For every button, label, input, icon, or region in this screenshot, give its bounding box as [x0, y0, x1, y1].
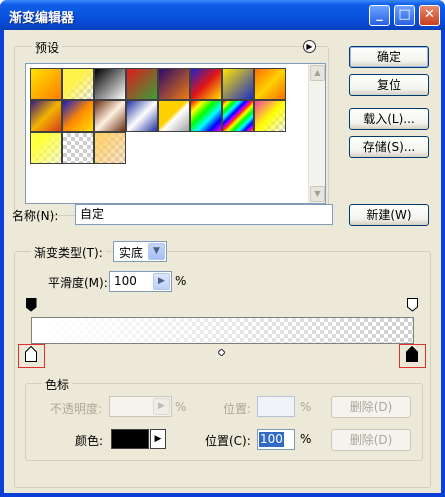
midpoint-diamond-icon[interactable]	[217, 345, 226, 357]
window-title: 渐变编辑器	[9, 11, 75, 26]
delete-color-stop-button[interactable]: 删除(D)	[331, 429, 411, 451]
preset-swatch[interactable]	[30, 68, 62, 100]
name-field[interactable]: 自定	[75, 204, 333, 225]
preset-swatch[interactable]	[30, 132, 62, 164]
preset-swatch[interactable]	[222, 68, 254, 100]
preset-swatch[interactable]	[30, 100, 62, 132]
reset-button[interactable]: 复位	[349, 74, 429, 96]
maximize-button[interactable]: □	[394, 5, 415, 26]
new-button[interactable]: 新建(W)	[349, 204, 429, 226]
opacity-stop-right[interactable]	[407, 298, 418, 312]
preset-swatch[interactable]	[94, 68, 126, 100]
color-location-unit: %	[300, 432, 312, 446]
minimize-button[interactable]: _	[369, 5, 390, 26]
close-button[interactable]: ✕	[419, 5, 440, 26]
smoothness-label: 平滑度(M):	[48, 276, 108, 290]
preset-swatch[interactable]	[126, 68, 158, 100]
preset-swatch[interactable]	[254, 100, 286, 132]
preset-swatch[interactable]	[190, 100, 222, 132]
preset-swatch[interactable]	[62, 100, 94, 132]
arrow-right-icon[interactable]: ▶	[153, 273, 170, 290]
name-label: 名称(N):	[12, 209, 59, 223]
scroll-up-button[interactable]: ▲	[310, 65, 325, 81]
scroll-down-button[interactable]: ▼	[310, 186, 325, 202]
color-menu-arrow-icon[interactable]: ▶	[150, 429, 166, 449]
maximize-icon: □	[398, 7, 411, 22]
color-location-value: 100	[259, 432, 284, 447]
dialog-body: 预设 ▶ ▲ ▼ 确定 复位 载入(L)... 存储(S)... 名称(N): …	[4, 30, 441, 493]
preset-swatch[interactable]	[94, 100, 126, 132]
save-button[interactable]: 存储(S)...	[349, 136, 429, 158]
presets-scrollbar[interactable]: ▲ ▼	[308, 64, 325, 203]
preset-swatch[interactable]	[94, 132, 126, 164]
preset-swatch[interactable]	[254, 68, 286, 100]
arrow-right-icon[interactable]: ▶	[153, 398, 170, 415]
smoothness-value: 100	[114, 274, 137, 288]
opacity-field[interactable]: ▶	[109, 396, 172, 417]
gradient-type-select[interactable]: 实底 ▼	[113, 241, 167, 262]
opacity-unit: %	[175, 400, 187, 414]
preset-swatch[interactable]	[222, 100, 254, 132]
opacity-location-unit: %	[300, 400, 312, 414]
delete-opacity-stop-button[interactable]: 删除(D)	[331, 396, 411, 418]
circle-arrow-right-icon[interactable]: ▶	[303, 40, 316, 53]
color-swatch[interactable]	[111, 429, 149, 449]
opacity-location-label: 位置:	[223, 402, 252, 416]
preset-swatch[interactable]	[62, 68, 94, 100]
color-label: 颜色:	[75, 434, 104, 448]
stops-label: 色标	[42, 376, 73, 393]
preset-swatch[interactable]	[158, 68, 190, 100]
preset-swatch[interactable]	[126, 100, 158, 132]
load-button[interactable]: 载入(L)...	[349, 108, 429, 130]
preset-swatch[interactable]	[190, 68, 222, 100]
close-icon: ✕	[424, 7, 435, 22]
gradient-type-value: 实底	[119, 246, 144, 260]
gradient-editor-window: 渐变编辑器 _ □ ✕ 预设 ▶ ▲ ▼ 确定 复位 载入(L)... 存储(S…	[0, 0, 445, 497]
opacity-label: 不透明度:	[50, 402, 103, 416]
chevron-down-icon[interactable]: ▼	[148, 243, 165, 260]
gradient-preview-bar[interactable]	[31, 317, 414, 344]
minimize-icon: _	[376, 7, 383, 22]
title-bar[interactable]: 渐变编辑器 _ □ ✕	[0, 0, 445, 30]
preset-swatch[interactable]	[62, 132, 94, 164]
color-location-label: 位置(C):	[205, 434, 251, 448]
color-location-field[interactable]: 100	[257, 429, 295, 450]
presets-label: 预设	[32, 39, 63, 56]
preset-swatch[interactable]	[158, 100, 190, 132]
smoothness-field[interactable]: 100 ▶	[109, 271, 172, 292]
color-stop-right-selected[interactable]	[406, 345, 418, 362]
gradient-type-label: 渐变类型(T):	[31, 244, 106, 261]
color-stop-left[interactable]	[25, 345, 37, 362]
opacity-stop-left[interactable]	[25, 297, 37, 312]
opacity-location-field[interactable]	[257, 396, 295, 417]
ok-button[interactable]: 确定	[349, 46, 429, 68]
preset-swatches-list: ▲ ▼	[25, 63, 326, 204]
smoothness-unit: %	[175, 274, 187, 288]
